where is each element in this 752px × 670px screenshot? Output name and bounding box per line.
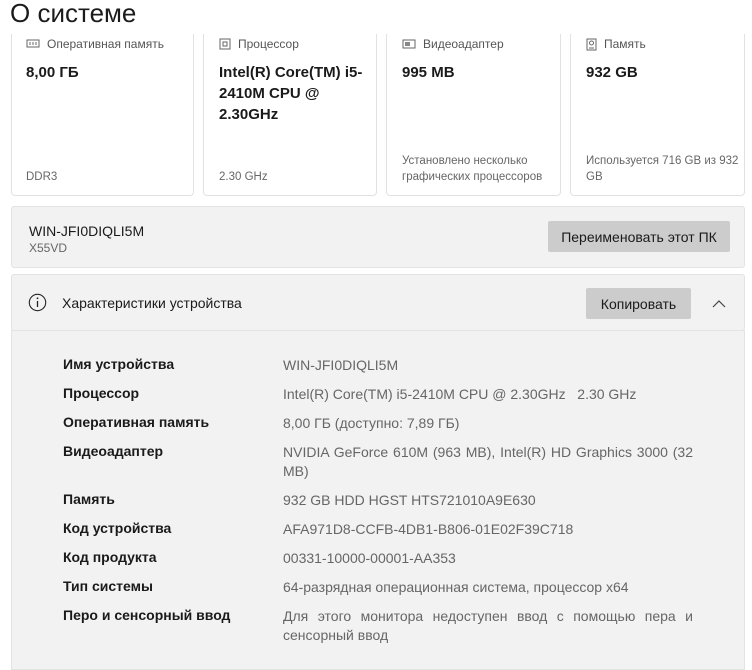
cpu-icon xyxy=(219,38,231,50)
spec-value: Для этого монитора недоступен ввод с пом… xyxy=(283,608,693,643)
spec-label: Имя устройства xyxy=(63,356,175,372)
ram-icon xyxy=(26,39,40,49)
spec-label: Тип системы xyxy=(63,578,153,594)
cpu-card-label: Процессор xyxy=(238,37,299,51)
storage-icon xyxy=(586,38,597,51)
device-specs-title: Характеристики устройства xyxy=(62,295,242,311)
spec-label: Оперативная память xyxy=(63,414,210,430)
page-title: О системе xyxy=(10,0,137,28)
spec-label: Память xyxy=(63,491,115,507)
gpu-card-footer: Установлено несколько графических процес… xyxy=(402,155,543,183)
ram-card-label: Оперативная память xyxy=(47,37,164,51)
spec-value: 8,00 ГБ (доступно: 7,89 ГБ) xyxy=(283,415,460,431)
ram-card-value: 8,00 ГБ xyxy=(26,64,79,81)
gpu-card: Видеоадаптер 995 MB Установлено нескольк… xyxy=(386,34,561,196)
cpu-card: Процессор Intel(R) Core(TM) i5-2410M CPU… xyxy=(203,34,377,196)
chevron-up-icon[interactable] xyxy=(711,296,727,314)
device-name: WIN-JFI0DIQLI5M xyxy=(29,223,145,239)
spec-value: AFA971D8-CCFB-4DB1-B806-01E02F39C718 xyxy=(283,521,574,537)
device-model: X55VD xyxy=(29,241,68,255)
device-name-section: WIN-JFI0DIQLI5M X55VD Переименовать этот… xyxy=(11,206,745,268)
spec-label: Видеоадаптер xyxy=(63,443,164,459)
ram-card-footer: DDR3 xyxy=(26,171,58,183)
spec-label: Код продукта xyxy=(63,549,157,565)
spec-value: Intel(R) Core(TM) i5-2410M CPU @ 2.30GHz… xyxy=(283,386,637,402)
spec-value: NVIDIA GeForce 610M (963 MB), Intel(R) H… xyxy=(283,444,693,479)
info-icon xyxy=(28,293,47,317)
spec-value: 64-разрядная операционная система, проце… xyxy=(283,579,629,595)
gpu-card-label: Видеоадаптер xyxy=(423,37,504,51)
storage-card-value: 932 GB xyxy=(586,64,638,81)
spec-label: Процессор xyxy=(63,385,140,401)
storage-card-footer: Используется 716 GB из 932 GB xyxy=(586,155,739,183)
spec-label: Код устройства xyxy=(63,520,172,536)
ram-card: Оперативная память 8,00 ГБ DDR3 xyxy=(11,34,194,196)
storage-card: Память 932 GB Используется 716 GB из 932… xyxy=(570,34,745,196)
storage-card-label: Память xyxy=(604,37,646,51)
gpu-card-value: 995 MB xyxy=(402,64,455,81)
device-specs-header[interactable]: Характеристики устройства Копировать xyxy=(11,274,745,331)
cpu-card-footer: 2.30 GHz xyxy=(219,171,268,183)
rename-pc-button[interactable]: Переименовать этот ПК xyxy=(548,221,730,252)
spec-value: 932 GB HDD HGST HTS721010A9E630 xyxy=(283,492,536,508)
gpu-icon xyxy=(402,39,416,50)
cpu-card-value: Intel(R) Core(TM) i5-2410M CPU @ 2.30GHz xyxy=(219,64,363,123)
copy-button[interactable]: Копировать xyxy=(586,288,691,319)
spec-label: Перо и сенсорный ввод xyxy=(63,607,231,623)
spec-value: 00331-10000-00001-AA353 xyxy=(283,550,456,566)
spec-value: WIN-JFI0DIQLI5M xyxy=(283,357,399,373)
